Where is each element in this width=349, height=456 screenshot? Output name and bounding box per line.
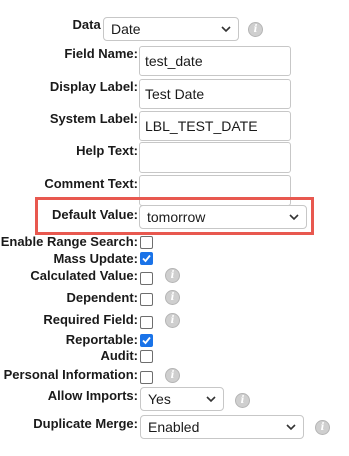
calculated-value-label: Calculated Value: [30, 268, 138, 283]
enable-range-search-label: Enable Range Search: [0, 234, 138, 249]
info-icon[interactable]: i [165, 290, 180, 305]
info-icon[interactable]: i [315, 420, 330, 435]
display-label-label: Display Label: [49, 79, 138, 94]
field-name-label: Field Name: [64, 46, 138, 61]
dependent-label: Dependent: [66, 290, 139, 305]
mass-update-checkbox[interactable] [140, 252, 153, 265]
personal-information-checkbox[interactable] [140, 371, 153, 384]
info-icon[interactable]: i [165, 313, 180, 328]
audit-label: Audit: [100, 348, 138, 363]
info-icon[interactable]: i [165, 268, 180, 283]
required-field-label: Required Field: [43, 312, 138, 327]
chevron-down-icon [286, 424, 296, 431]
audit-checkbox[interactable] [140, 350, 153, 363]
checkmark-icon [142, 336, 151, 345]
allow-imports-value: Yes [148, 391, 171, 407]
data-type-select[interactable]: Date [103, 17, 239, 41]
required-field-checkbox[interactable] [140, 316, 153, 329]
duplicate-merge-select[interactable]: Enabled [140, 415, 304, 439]
comment-text-label: Comment Text: [44, 176, 138, 191]
help-text-label: Help Text: [76, 143, 138, 158]
allow-imports-select[interactable]: Yes [140, 387, 224, 411]
checkmark-icon [142, 254, 151, 263]
system-label-input[interactable]: LBL_TEST_DATE [139, 111, 291, 141]
default-value-value: tomorrow [147, 209, 206, 225]
display-label-input[interactable]: Test Date [139, 79, 291, 109]
default-value-label: Default Value: [52, 207, 138, 222]
personal-information-label: Personal Information: [3, 367, 138, 382]
allow-imports-label: Allow Imports: [47, 388, 138, 403]
mass-update-label: Mass Update: [53, 251, 138, 266]
system-label-label: System Label: [49, 111, 138, 126]
info-icon[interactable]: i [248, 22, 263, 37]
duplicate-merge-value: Enabled [148, 419, 200, 435]
dependent-checkbox[interactable] [140, 293, 153, 306]
enable-range-search-checkbox[interactable] [140, 236, 153, 249]
reportable-checkbox[interactable] [140, 334, 153, 347]
chevron-down-icon [221, 26, 231, 33]
duplicate-merge-label: Duplicate Merge: [33, 416, 138, 431]
default-value-select[interactable]: tomorrow [139, 205, 307, 229]
data-type-value: Date [111, 21, 141, 37]
calculated-value-checkbox[interactable] [140, 272, 153, 285]
reportable-label: Reportable: [65, 332, 138, 347]
info-icon[interactable]: i [235, 393, 250, 408]
help-text-textarea[interactable] [139, 142, 291, 173]
info-icon[interactable]: i [165, 368, 180, 383]
chevron-down-icon [206, 396, 216, 403]
chevron-down-icon [289, 214, 299, 221]
field-name-input[interactable]: test_date [139, 46, 291, 76]
